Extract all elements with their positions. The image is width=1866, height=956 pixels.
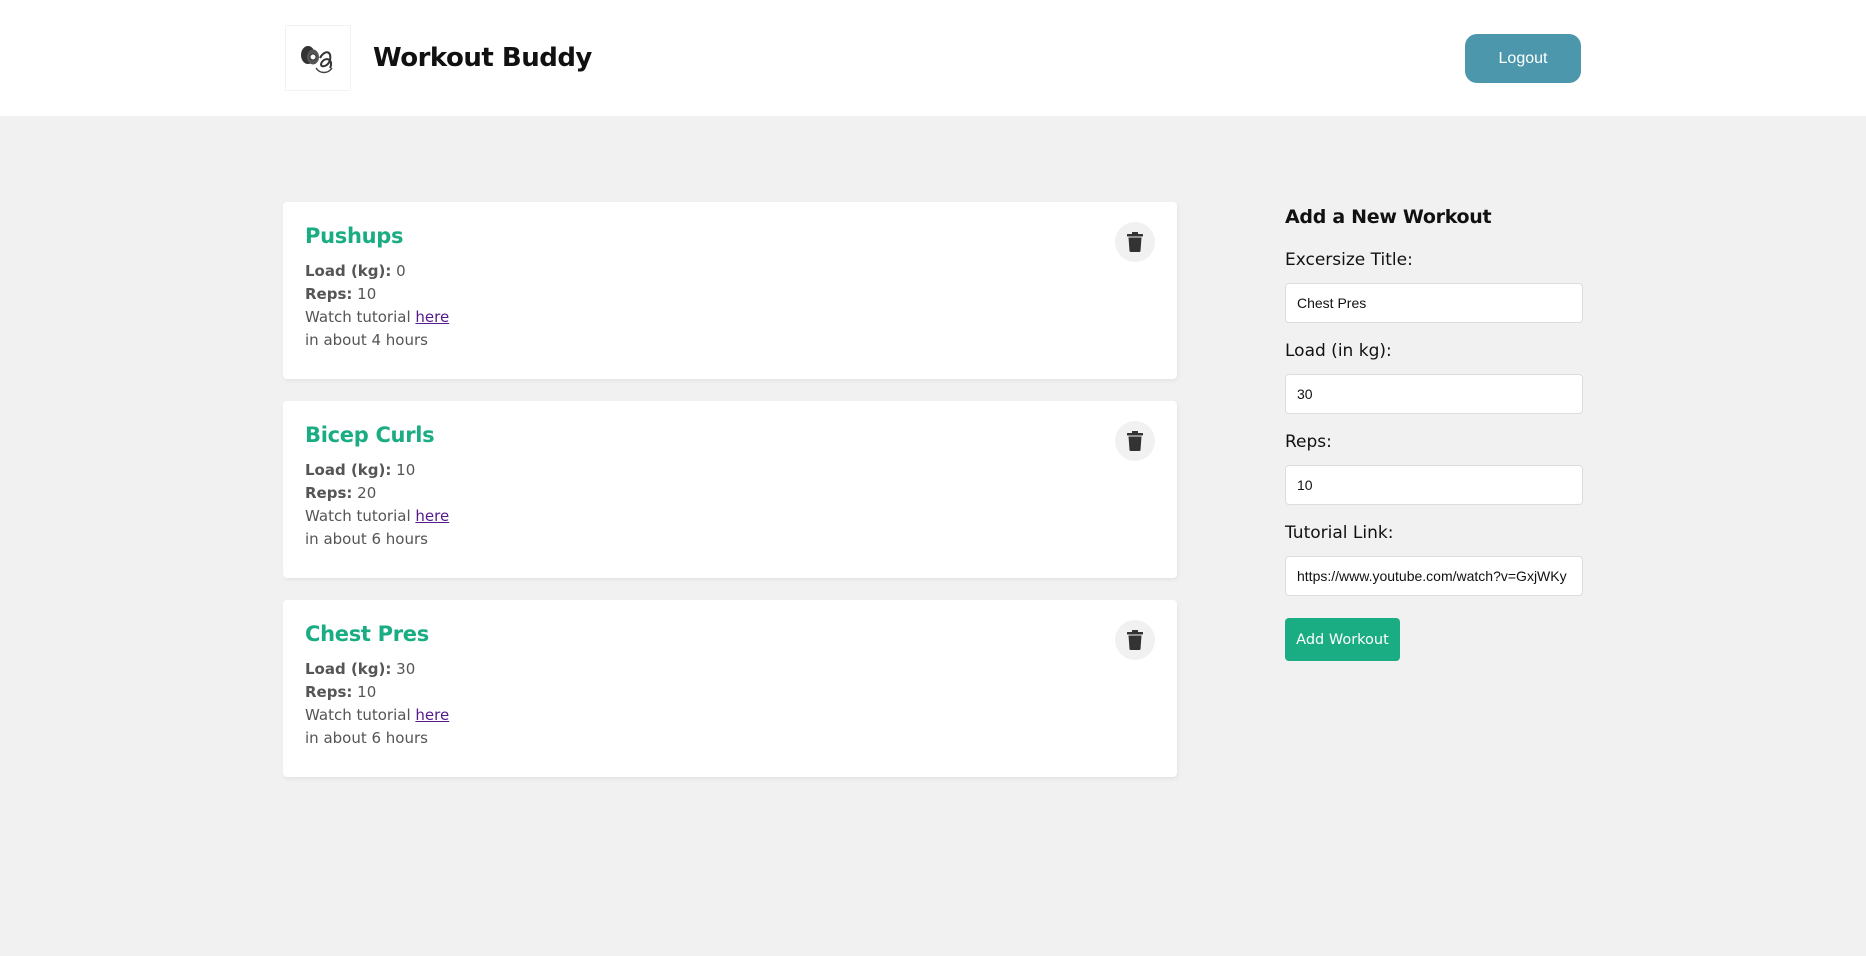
workout-card: Chest Pres Load (kg): 30 Reps: 10 Watch … (283, 600, 1177, 777)
workout-tutorial: Watch tutorial here (305, 306, 1155, 329)
tutorial-prefix: Watch tutorial (305, 308, 411, 326)
workout-card: Bicep Curls Load (kg): 10 Reps: 20 Watch… (283, 401, 1177, 578)
load-label: Load (kg): (305, 660, 392, 678)
workout-load: Load (kg): 30 (305, 658, 1155, 681)
load-value: 30 (396, 660, 416, 678)
reps-label: Reps: (1285, 432, 1332, 452)
form-title: Add a New Workout (1285, 206, 1492, 228)
reps-label: Reps: (305, 285, 353, 303)
dumbbell-logo-icon[interactable] (285, 25, 351, 91)
tutorial-link[interactable]: here (415, 308, 449, 326)
workout-time: in about 6 hours (305, 729, 428, 747)
delete-workout-button[interactable] (1115, 222, 1155, 262)
trash-icon (1127, 232, 1143, 252)
reps-value: 20 (357, 484, 377, 502)
title-label: Excersize Title: (1285, 250, 1413, 270)
load-value: 0 (396, 262, 406, 280)
trash-icon (1127, 630, 1143, 650)
workout-load: Load (kg): 0 (305, 260, 1155, 283)
site-header: Workout Buddy Logout (0, 0, 1866, 116)
load-label: Load (kg): (305, 262, 392, 280)
header-container: Workout Buddy Logout (283, 0, 1583, 116)
workout-card: Pushups Load (kg): 0 Reps: 10 Watch tuto… (283, 202, 1177, 379)
add-workout-form: Add a New Workout Excersize Title: Load … (1285, 202, 1583, 799)
workout-reps: Reps: 20 (305, 482, 1155, 505)
delete-workout-button[interactable] (1115, 421, 1155, 461)
reps-value: 10 (357, 285, 377, 303)
tutorial-link[interactable]: here (415, 507, 449, 525)
trash-icon (1127, 431, 1143, 451)
tutorial-link-label: Tutorial Link: (1285, 523, 1394, 543)
workout-reps: Reps: 10 (305, 681, 1155, 704)
site-title: Workout Buddy (373, 43, 592, 73)
workout-list: Pushups Load (kg): 0 Reps: 10 Watch tuto… (283, 202, 1177, 799)
brand[interactable]: Workout Buddy (285, 25, 592, 91)
workout-load: Load (kg): 10 (305, 459, 1155, 482)
add-workout-button[interactable]: Add Workout (1285, 618, 1400, 661)
workout-reps: Reps: 10 (305, 283, 1155, 306)
logout-button[interactable]: Logout (1465, 34, 1581, 83)
reps-value: 10 (357, 683, 377, 701)
workout-time: in about 4 hours (305, 331, 428, 349)
reps-label: Reps: (305, 484, 353, 502)
workout-title: Bicep Curls (305, 423, 435, 447)
tutorial-link[interactable]: here (415, 706, 449, 724)
delete-workout-button[interactable] (1115, 620, 1155, 660)
load-label: Load (in kg): (1285, 341, 1392, 361)
title-input[interactable] (1285, 283, 1583, 323)
main-content: Pushups Load (kg): 0 Reps: 10 Watch tuto… (283, 116, 1583, 799)
reps-input[interactable] (1285, 465, 1583, 505)
load-input[interactable] (1285, 374, 1583, 414)
workout-title: Chest Pres (305, 622, 429, 646)
tutorial-link-input[interactable] (1285, 556, 1583, 596)
tutorial-prefix: Watch tutorial (305, 706, 411, 724)
workout-title: Pushups (305, 224, 404, 248)
workout-tutorial: Watch tutorial here (305, 704, 1155, 727)
workout-time: in about 6 hours (305, 530, 428, 548)
workout-tutorial: Watch tutorial here (305, 505, 1155, 528)
load-label: Load (kg): (305, 461, 392, 479)
tutorial-prefix: Watch tutorial (305, 507, 411, 525)
reps-label: Reps: (305, 683, 353, 701)
load-value: 10 (396, 461, 416, 479)
